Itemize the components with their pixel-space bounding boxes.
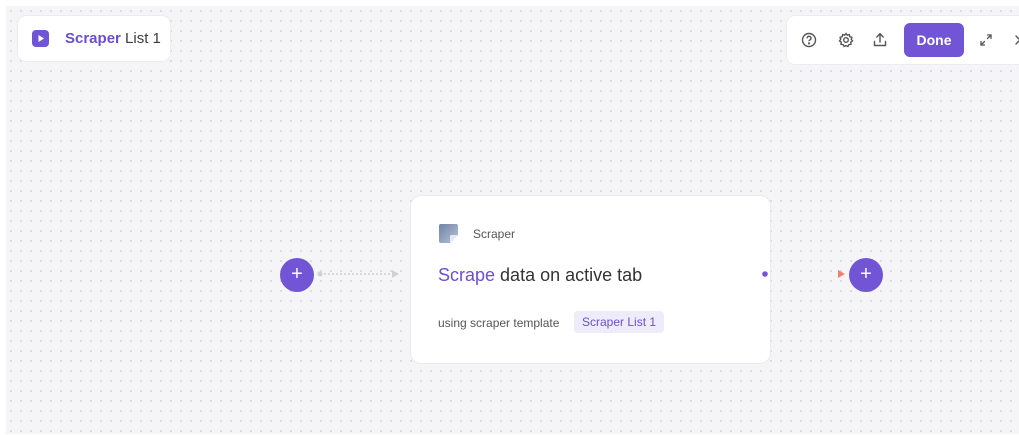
node-title: Scrape data on active tab [438,265,642,286]
help-circle-icon[interactable] [800,31,818,49]
node-subtitle: using scraper template [438,316,560,330]
expand-icon[interactable] [977,31,995,49]
connector-dotted [317,270,399,278]
workflow-canvas[interactable]: Scraper List 1 Done + Scraper Scrape dat… [6,6,1019,434]
node-title-rest: data on active tab [495,265,643,285]
template-badge[interactable]: Scraper List 1 [574,311,665,333]
scraper-node-card[interactable]: Scraper Scrape data on active tab using … [411,196,770,363]
workflow-title: Scraper List 1 [65,30,161,47]
workflow-title-rest: List 1 [120,30,161,47]
scraper-icon [438,223,459,244]
close-icon[interactable] [1011,31,1019,49]
add-block-button-right[interactable]: + [849,258,883,292]
node-title-accent: Scrape [438,265,496,285]
workflow-title-card: Scraper List 1 [18,16,170,61]
upload-icon[interactable] [871,31,889,49]
gear-icon[interactable] [837,31,855,49]
node-type-label: Scraper [473,227,516,241]
connector-edge [762,270,845,278]
add-block-button-left[interactable]: + [280,258,314,292]
done-button[interactable]: Done [904,23,964,57]
workflow-title-accent: Scraper [65,30,121,47]
editor-toolbar: Done [787,16,1019,64]
play-icon [32,30,49,47]
